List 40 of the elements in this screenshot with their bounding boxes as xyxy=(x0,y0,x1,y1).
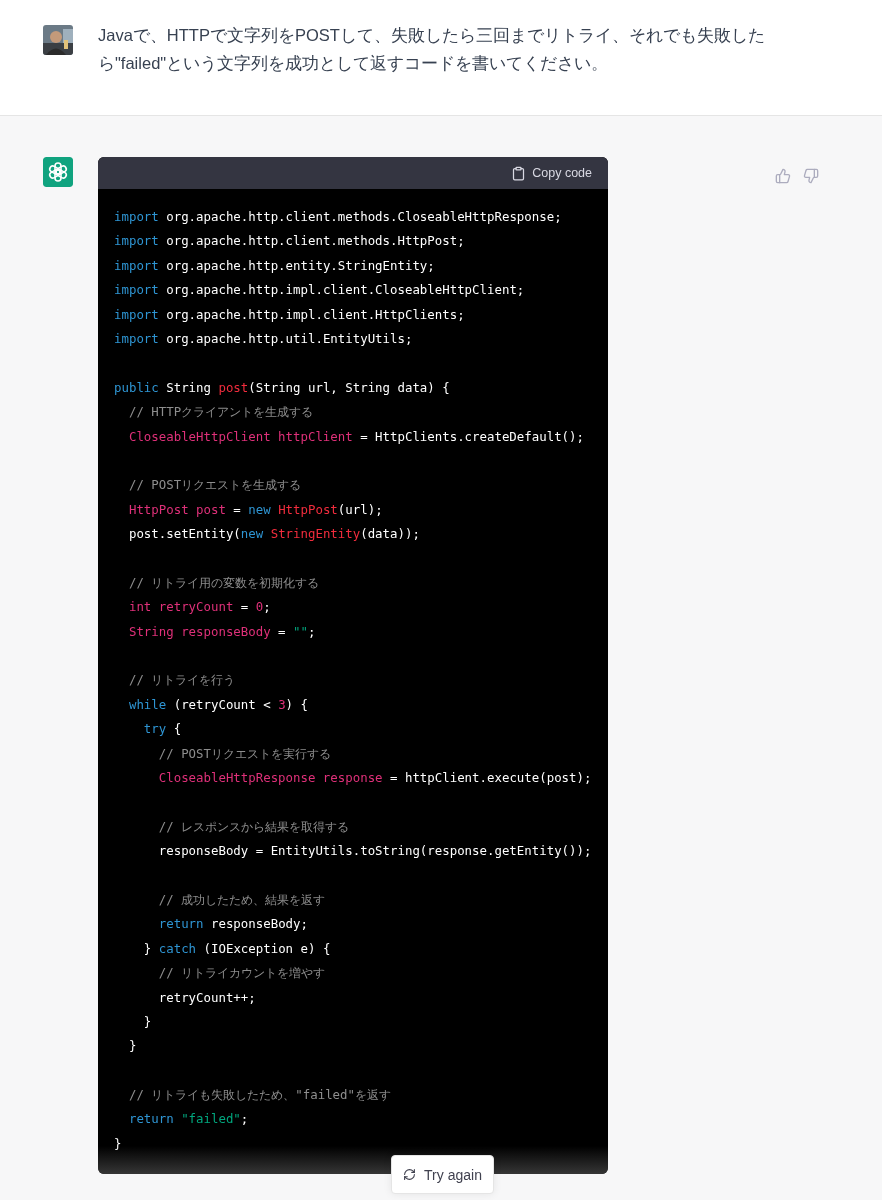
user-message: Javaで、HTTPで文字列をPOSTして、失敗したら三回までリトライ、それでも失敗したら"failed"という文字列を成功として返すコードを書いてください。 xyxy=(98,25,766,74)
clipboard-icon xyxy=(511,165,527,181)
code-line: } catch (IOException e) { xyxy=(142,939,331,958)
thumbs-up-button[interactable] xyxy=(775,168,791,184)
code-line: import org.apache.http.client.methods.CloseableHttpResponse; xyxy=(114,208,562,226)
code-line: // 成功したため、結果を返す xyxy=(157,890,326,909)
copy-code-button[interactable]: Copy code xyxy=(511,165,592,181)
refresh-icon xyxy=(403,1168,417,1181)
code-line: import org.apache.http.impl.client.HttpClients; xyxy=(114,305,465,324)
code-line: // レスポンスから結果を取得する xyxy=(157,817,350,836)
code-line: post.setEntity(new StringEntity(data)); xyxy=(127,525,420,544)
try-again-button[interactable]: Try again xyxy=(391,1155,494,1194)
code-line: String responseBody = ""; xyxy=(127,622,316,641)
code-line: return responseBody; xyxy=(157,915,308,934)
code-line: import org.apache.http.util.EntityUtils; xyxy=(114,329,413,348)
code-line: responseBody = EntityUtils.toString(response.getEntity()); xyxy=(157,842,592,861)
code-line: HttpPost post = new HttpPost(url); xyxy=(127,500,383,519)
code-line: int retryCount = 0; xyxy=(127,598,271,617)
code-line: } xyxy=(127,1037,137,1056)
assistant-logo-icon xyxy=(43,157,73,187)
code-line: return "failed"; xyxy=(127,1110,249,1129)
thumbs-down-button[interactable] xyxy=(803,168,819,184)
code-line: // リトライカウントを増やす xyxy=(157,964,326,983)
code-line: public String post(String url, String data) { xyxy=(114,378,450,397)
code-line: // リトライも失敗したため、"failed"を返す xyxy=(127,1086,391,1105)
code-line: CloseableHttpResponse response = httpClient.execute(post); xyxy=(157,769,592,787)
code-line: // リトライ用の変数を初期化する xyxy=(127,573,320,592)
code-line: import org.apache.http.client.methods.HttpPost; xyxy=(114,232,465,251)
code-line: } xyxy=(142,1012,152,1031)
code-line: // HTTPクライアントを生成する xyxy=(127,403,314,422)
code-line: CloseableHttpClient httpClient = HttpClients.createDefault(); xyxy=(127,427,584,446)
code-line: import org.apache.http.entity.StringEntity; xyxy=(114,256,435,275)
code-line: // リトライを行う xyxy=(127,671,236,690)
code-line: // POSTリクエストを実行する xyxy=(157,744,331,763)
code-line: while (retryCount < 3) { xyxy=(127,695,308,714)
code-line: } xyxy=(114,1134,122,1153)
code-line: retryCount++; xyxy=(157,988,256,1007)
code-line: import org.apache.http.impl.client.CloseableHttpClient; xyxy=(114,281,525,300)
code-line: try { xyxy=(142,720,182,739)
code-line: // POSTリクエストを生成する xyxy=(127,476,302,495)
